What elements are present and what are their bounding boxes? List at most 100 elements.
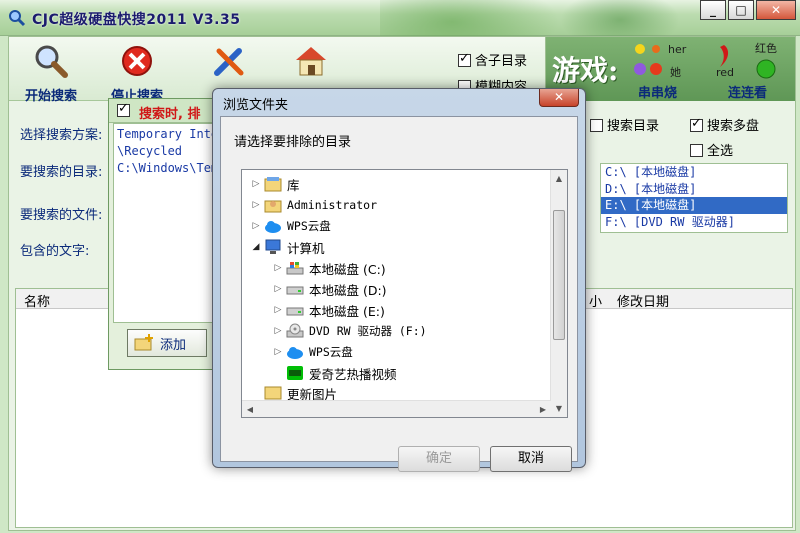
search-dir-option[interactable]: 搜索目录 — [590, 115, 659, 134]
expand-arrow-icon[interactable]: ▷ — [272, 284, 284, 294]
expand-arrow-icon[interactable]: ▷ — [272, 305, 284, 315]
list-item[interactable]: Temporary Internet — [117, 126, 213, 143]
search-dir-checkbox[interactable] — [590, 119, 603, 132]
include-subdir-checkbox[interactable] — [458, 51, 471, 67]
green-ball-icon — [756, 59, 776, 79]
close-button[interactable]: ✕ — [756, 0, 796, 20]
collapse-arrow-icon[interactable]: ◢ — [250, 242, 262, 252]
cancel-button[interactable]: 取消 — [490, 446, 572, 472]
tree-item-wps-cloud[interactable]: ▷ WPS云盘 — [250, 216, 331, 236]
tree-item-drive-d[interactable]: ▷ 本地磁盘 (D:) — [272, 279, 387, 299]
drive-item[interactable]: D:\ [本地磁盘] — [601, 181, 787, 198]
folder-icon — [264, 386, 282, 400]
scroll-right-arrow-icon[interactable]: ▶ — [535, 401, 551, 417]
tree-item-library[interactable]: ▷ 库 — [250, 174, 300, 194]
tree-item-label: 更新图片 — [287, 387, 338, 400]
chuanchuanshao-link[interactable]: 串串烧 — [638, 82, 677, 101]
tree-item-label: Administrator — [287, 198, 378, 212]
col-size-header[interactable]: 小 — [589, 291, 602, 310]
add-label: 添加 — [160, 337, 187, 353]
select-all-option[interactable]: 全选 — [690, 140, 733, 159]
game-her-label: her — [668, 43, 687, 56]
tree-item-drive-c[interactable]: ▷ 本地磁盘 (C:) — [272, 258, 386, 278]
tree-item-computer[interactable]: ◢ 计算机 — [250, 237, 325, 257]
start-search-button[interactable]: 开始搜索 — [15, 43, 87, 104]
exclude-path-list[interactable]: Temporary Internet \Recycled C:\Windows\… — [113, 123, 217, 323]
game-ta-label: 她 — [670, 66, 681, 79]
select-all-checkbox[interactable] — [690, 144, 703, 157]
magnifier-icon — [35, 45, 68, 78]
exclude-dir-panel: 搜索时, 排 Temporary Internet \Recycled C:\W… — [108, 98, 220, 370]
game-title: 游戏: — [552, 54, 619, 87]
add-button[interactable]: 添加 — [127, 329, 207, 357]
window-title: CJC超级硬盘快搜2011 V3.35 — [32, 12, 241, 28]
hard-drive-icon — [286, 307, 304, 316]
list-item[interactable]: \Recycled — [117, 143, 213, 160]
select-all-label: 全选 — [707, 144, 734, 159]
tree-item-administrator[interactable]: ▷ Administrator — [250, 195, 377, 215]
tree-item-label: DVD RW 驱动器 (F:) — [309, 324, 427, 338]
tree-vertical-scrollbar[interactable]: ▲ ▼ — [550, 170, 567, 417]
iqiyi-icon — [287, 366, 303, 380]
include-subdir-option[interactable]: 含子目录 — [458, 50, 527, 69]
minimize-button[interactable]: _ — [700, 0, 726, 20]
cloud-icon — [265, 221, 281, 233]
expand-arrow-icon[interactable]: ▷ — [250, 179, 262, 189]
tree-item-wps-cloud-2[interactable]: ▷ WPS云盘 — [272, 342, 353, 362]
col-name-header[interactable]: 名称 — [24, 291, 50, 310]
magnifier-app-icon — [9, 10, 26, 27]
col-modified-header[interactable]: 修改日期 — [617, 291, 669, 310]
window-controls: _ □ ✕ — [698, 0, 796, 20]
title-bar[interactable]: CJC超级硬盘快搜2011 V3.35 _ □ ✕ — [0, 0, 800, 50]
ok-button[interactable]: 确定 — [398, 446, 480, 472]
maximize-button[interactable]: □ — [728, 0, 754, 20]
exclude-header: 搜索时, 排 — [109, 99, 219, 123]
search-file-label: 要搜索的文件: — [20, 208, 103, 223]
scrollbar-thumb[interactable] — [553, 210, 565, 340]
contain-text-label: 包含的文字: — [20, 244, 90, 259]
browse-folder-dialog: 浏览文件夹 ✕ 请选择要排除的目录 ▷ 库 ▷ Administrator ▷ … — [212, 88, 586, 472]
scroll-up-arrow-icon[interactable]: ▲ — [551, 170, 567, 187]
tree-horizontal-scrollbar[interactable]: ◀ ▶ — [242, 400, 551, 417]
expand-arrow-icon[interactable]: ▷ — [250, 200, 262, 210]
drive-item-selected[interactable]: E:\ [本地磁盘] — [601, 197, 787, 214]
scroll-down-arrow-icon[interactable]: ▼ — [551, 400, 567, 417]
folder-tree[interactable]: ▷ 库 ▷ Administrator ▷ WPS云盘 ◢ 计算机 ▷ 本地磁盘… — [241, 169, 568, 418]
expand-arrow-icon[interactable]: ▷ — [272, 347, 284, 357]
stop-icon — [122, 46, 152, 76]
search-dir-option-label: 搜索目录 — [607, 119, 660, 134]
tree-item-drive-f[interactable]: ▷ DVD RW 驱动器 (F:) — [272, 321, 427, 341]
expand-arrow-icon[interactable]: ▷ — [272, 263, 284, 273]
scroll-left-arrow-icon[interactable]: ◀ — [242, 401, 258, 417]
tree-item-label: 本地磁盘 (D:) — [309, 282, 387, 298]
house-icon — [296, 47, 326, 76]
cloud-icon — [287, 347, 303, 359]
tree-item-label: 计算机 — [287, 240, 325, 256]
expand-arrow-icon[interactable]: ▷ — [250, 221, 262, 231]
include-subdir-label: 含子目录 — [475, 54, 528, 69]
drive-item[interactable]: F:\ [DVD RW 驱动器] — [601, 214, 787, 231]
stop-search-button[interactable]: 停止搜索 — [101, 43, 173, 104]
game-hong-label: 红色 — [755, 42, 777, 55]
search-multi-label: 搜索多盘 — [707, 119, 760, 134]
dialog-title: 浏览文件夹 — [223, 98, 289, 113]
exclude-checkbox[interactable] — [117, 101, 130, 117]
drive-list[interactable]: C:\ [本地磁盘] D:\ [本地磁盘] E:\ [本地磁盘] F:\ [DV… — [600, 163, 788, 233]
tree-item-label: 本地磁盘 (C:) — [309, 261, 386, 277]
expand-arrow-icon[interactable]: ▷ — [272, 326, 284, 336]
dialog-prompt: 请选择要排除的目录 — [234, 135, 352, 150]
exclude-header-label: 搜索时, 排 — [139, 107, 201, 122]
dialog-body: 请选择要排除的目录 ▷ 库 ▷ Administrator ▷ WPS云盘 ◢ … — [220, 116, 578, 472]
tree-item-iqiyi[interactable]: 爱奇艺热播视频 — [272, 363, 397, 383]
lianliankan-link[interactable]: 连连看 — [728, 82, 767, 101]
tree-item-update-images[interactable]: 更新图片 — [250, 384, 337, 400]
drive-item[interactable]: C:\ [本地磁盘] — [601, 164, 787, 181]
search-multi-option[interactable]: 搜索多盘 — [690, 115, 759, 134]
tree-item-label: 库 — [287, 177, 300, 193]
tree-item-drive-e[interactable]: ▷ 本地磁盘 (E:) — [272, 300, 385, 320]
list-item[interactable]: C:\Windows\Temp — [117, 160, 213, 177]
search-dir-label: 要搜索的目录: — [20, 165, 103, 180]
dialog-close-button[interactable]: ✕ — [539, 89, 579, 107]
search-multi-checkbox[interactable] — [690, 116, 703, 132]
scheme-label: 选择搜索方案: — [20, 128, 103, 143]
